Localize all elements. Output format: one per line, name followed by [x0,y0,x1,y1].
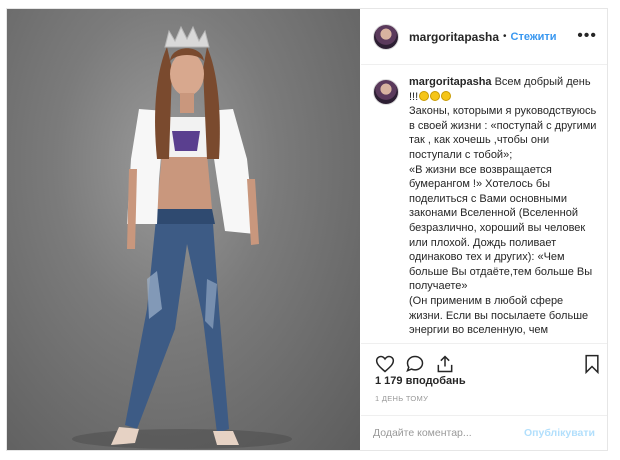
comment-icon[interactable] [405,354,425,374]
likes-count[interactable]: 1 179 вподобань [375,375,466,387]
instagram-post: margoritapasha • Стежити ••• margoritapa… [6,8,608,451]
post-details: margoritapasha • Стежити ••• margoritapa… [361,9,607,450]
caption-username[interactable]: margoritapasha [409,76,492,88]
comment-input[interactable]: Додайте коментар... [373,427,524,439]
follow-button[interactable]: Стежити [511,31,557,43]
separator-dot: • [503,31,507,42]
publish-button[interactable]: Опублікувати [524,427,595,439]
emoji-icon [419,90,430,101]
share-icon[interactable] [435,354,455,374]
caption: margoritapasha Всем добрый день !!! Зако… [373,75,599,343]
post-header: margoritapasha • Стежити ••• [361,9,607,65]
post-timestamp: 1 ДЕНЬ ТОМУ [375,394,429,403]
heart-icon[interactable] [375,354,395,374]
caption-avatar[interactable] [373,79,399,105]
avatar[interactable] [373,23,399,50]
more-icon[interactable]: ••• [577,27,597,45]
emoji-icon [430,90,441,101]
action-bar [361,343,607,374]
comment-bar: Додайте коментар... Опублікувати [361,415,607,450]
caption-text: margoritapasha Всем добрый день !!! Зако… [409,75,599,338]
emoji-icon [441,90,452,101]
username-link[interactable]: margoritapasha [409,30,499,44]
caption-body: Законы, которыми я руководствуюсь в свое… [409,105,597,337]
bookmark-icon[interactable] [583,354,601,374]
photo-illustration [72,25,292,449]
post-photo[interactable] [7,9,360,450]
